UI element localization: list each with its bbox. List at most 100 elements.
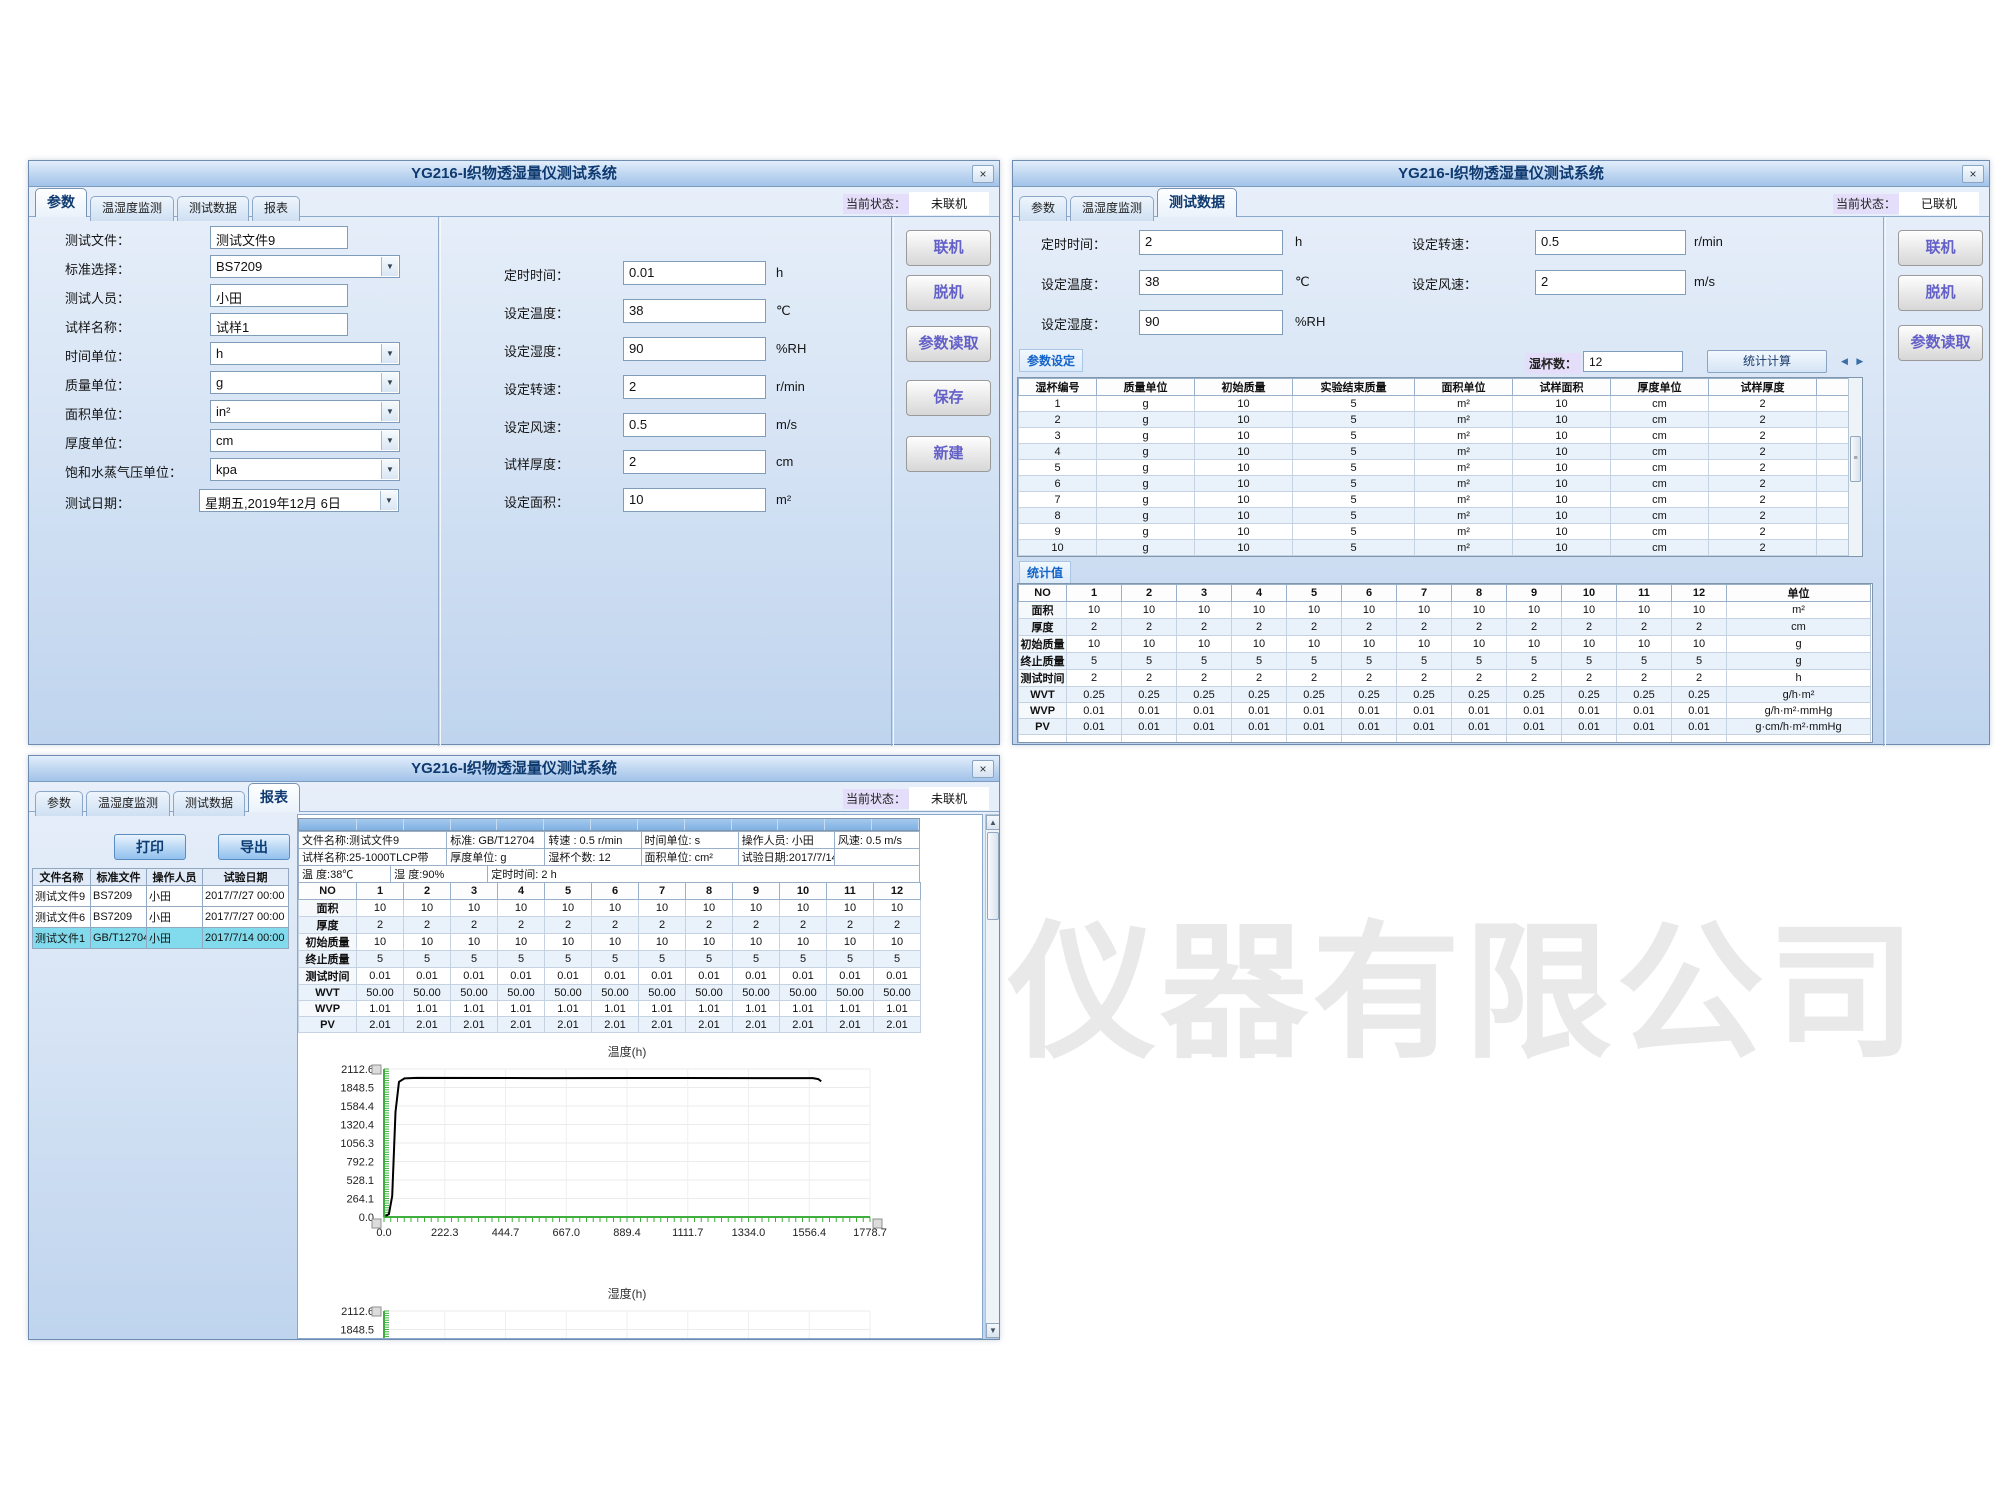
scroll-down-icon[interactable]: ▼ <box>986 1323 999 1338</box>
pager-arrows-icon[interactable]: ◀ ▶ <box>1841 356 1866 367</box>
field-input[interactable]: 小田 <box>210 284 348 307</box>
cell: 0.01 <box>1562 703 1617 719</box>
cell: 2 <box>1709 428 1817 444</box>
row-label: 面积 <box>299 900 357 917</box>
cell: 10 <box>451 900 498 917</box>
file-row[interactable]: 测试文件9BS7209小田2017/7/27 00:00 <box>33 886 289 907</box>
cell: 10 <box>874 900 921 917</box>
svg-text:2112.6: 2112.6 <box>341 1306 374 1318</box>
tab-win3-3[interactable]: 报表 <box>248 783 300 812</box>
column-header: 9 <box>1507 585 1562 602</box>
cell <box>1817 540 1851 556</box>
cell: 10 <box>1617 636 1672 653</box>
setpoint-field-row: 试样厚度：2cm <box>442 450 890 476</box>
tab-win2-2[interactable]: 测试数据 <box>1157 188 1237 217</box>
cell: 2.01 <box>545 1017 592 1033</box>
table-row[interactable]: 8g105m²10cm2 <box>1019 508 1851 524</box>
field-input[interactable]: 2 <box>623 375 766 399</box>
column-header: 文件名称 <box>33 869 91 886</box>
chevron-down-icon: ▼ <box>381 402 398 421</box>
table-row: WVP0.010.010.010.010.010.010.010.010.010… <box>1019 703 1871 719</box>
field-label: 质量单位： <box>65 375 130 394</box>
field-label: 设定温度： <box>504 303 569 322</box>
cell: 50.00 <box>874 985 921 1001</box>
cell: 7 <box>1019 492 1097 508</box>
scroll-up-icon[interactable]: ▲ <box>986 815 999 830</box>
field-select[interactable]: h▼ <box>210 342 400 365</box>
win2-button-2[interactable]: 参数读取 <box>1898 325 1983 361</box>
cell: 10 <box>1122 602 1177 619</box>
status-label: 当前状态： <box>843 194 909 214</box>
cell: 10 <box>1397 602 1452 619</box>
win1-button-1[interactable]: 脱机 <box>906 275 991 311</box>
win1-titlebar[interactable]: YG216-I织物透湿量仪测试系统 × <box>29 161 999 187</box>
field-input[interactable]: 2 <box>623 450 766 474</box>
file-row[interactable]: 测试文件6BS7209小田2017/7/27 00:00 <box>33 907 289 928</box>
cell: 10 <box>1617 602 1672 619</box>
table-row[interactable]: 4g105m²10cm2 <box>1019 444 1851 460</box>
table-row[interactable]: 9g105m²10cm2 <box>1019 524 1851 540</box>
field-input[interactable]: 测试文件9 <box>210 226 348 249</box>
export-button[interactable]: 导出 <box>218 834 290 860</box>
win3-close-icon[interactable]: × <box>972 760 994 778</box>
win2-button-1[interactable]: 脱机 <box>1898 275 1983 311</box>
cup-count-input[interactable]: 12 <box>1583 351 1683 372</box>
win1-button-3[interactable]: 保存 <box>906 380 991 416</box>
cell: cm <box>1611 540 1709 556</box>
field-input[interactable]: 90 <box>1139 310 1283 335</box>
table-row[interactable]: 5g105m²10cm2 <box>1019 460 1851 476</box>
field-label: 厚度单位： <box>65 433 130 452</box>
cell: 10 <box>1232 602 1287 619</box>
field-select[interactable]: cm▼ <box>210 429 400 452</box>
print-button[interactable]: 打印 <box>114 834 186 860</box>
win2-button-0[interactable]: 联机 <box>1898 230 1983 266</box>
stat-calc-button[interactable]: 统计计算 <box>1707 350 1827 373</box>
field-select[interactable]: in²▼ <box>210 400 400 423</box>
field-input[interactable]: 2 <box>1535 270 1686 295</box>
field-select[interactable]: BS7209▼ <box>210 255 400 278</box>
field-input[interactable]: 10 <box>623 488 766 512</box>
field-input[interactable]: 试样1 <box>210 313 348 336</box>
cell: 2.01 <box>686 1017 733 1033</box>
param-field-row: 时间单位：h▼ <box>37 342 437 368</box>
unit-cell: g <box>1727 636 1871 653</box>
field-input[interactable]: 38 <box>623 299 766 323</box>
cell: m² <box>1415 508 1513 524</box>
field-input[interactable]: 0.5 <box>1535 230 1686 255</box>
win2-titlebar[interactable]: YG216-I织物透湿量仪测试系统 × <box>1013 161 1989 187</box>
cell: 5 <box>1452 653 1507 670</box>
field-input[interactable]: 0.01 <box>623 261 766 285</box>
cell: 0.01 <box>1507 703 1562 719</box>
table-row[interactable]: 2g105m²10cm2 <box>1019 412 1851 428</box>
param-table-scrollbar[interactable]: ≡ <box>1848 378 1862 556</box>
table-row[interactable]: 1g105m²10cm2 <box>1019 396 1851 412</box>
column-header: 试样厚度 <box>1709 379 1817 396</box>
win1-button-0[interactable]: 联机 <box>906 230 991 266</box>
cell <box>1019 735 1067 744</box>
win3-titlebar[interactable]: YG216-I织物透湿量仪测试系统 × <box>29 756 999 782</box>
win1-close-icon[interactable]: × <box>972 165 994 183</box>
cell: cm <box>1611 460 1709 476</box>
cell: 0.25 <box>1287 687 1342 703</box>
report-scrollbar[interactable]: ▲ ▼ <box>985 814 999 1339</box>
cell <box>1817 492 1851 508</box>
file-row[interactable]: 测试文件1GB/T12704小田2017/7/14 00:00 <box>33 928 289 949</box>
table-row[interactable]: 10g105m²10cm2 <box>1019 540 1851 556</box>
cell: 5 <box>639 951 686 968</box>
cell: 0.01 <box>1397 719 1452 735</box>
scroll-thumb[interactable] <box>987 832 999 920</box>
field-select[interactable]: 星期五,2019年12月 6日▼ <box>199 489 399 512</box>
field-input[interactable]: 0.5 <box>623 413 766 437</box>
field-select[interactable]: kpa▼ <box>210 458 400 481</box>
win2-close-icon[interactable]: × <box>1962 165 1984 183</box>
win1-button-4[interactable]: 新建 <box>906 436 991 472</box>
win1-button-2[interactable]: 参数读取 <box>906 326 991 362</box>
column-header: 试样面积 <box>1513 379 1611 396</box>
table-row[interactable]: 6g105m²10cm2 <box>1019 476 1851 492</box>
scroll-thumb[interactable]: ≡ <box>1850 436 1861 482</box>
table-row[interactable]: 7g105m²10cm2 <box>1019 492 1851 508</box>
field-select[interactable]: g▼ <box>210 371 400 394</box>
table-row[interactable]: 3g105m²10cm2 <box>1019 428 1851 444</box>
tab-win1-0[interactable]: 参数 <box>35 188 87 217</box>
field-input[interactable]: 90 <box>623 337 766 361</box>
